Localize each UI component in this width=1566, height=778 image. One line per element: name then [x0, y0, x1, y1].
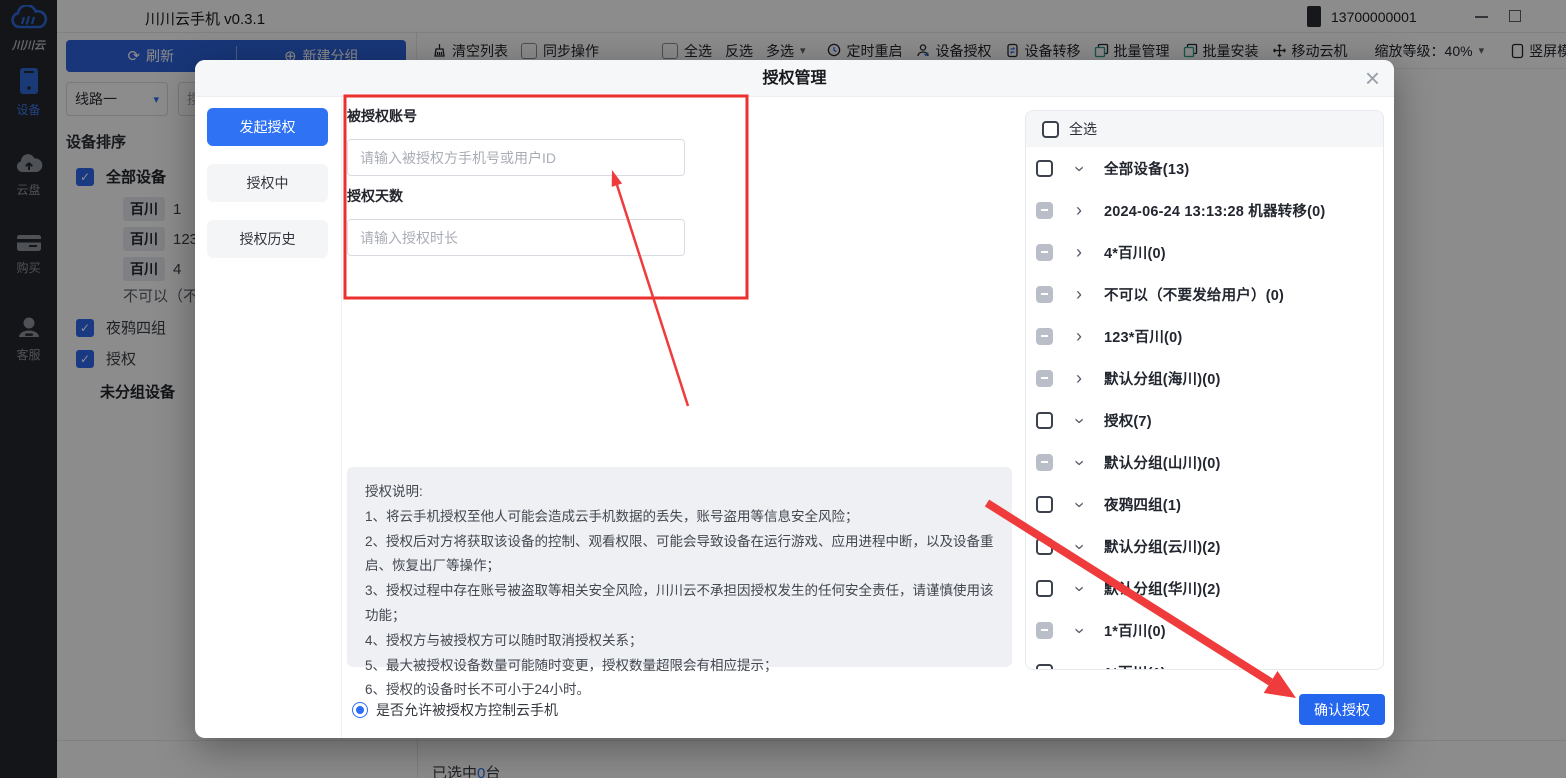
- tree-row[interactable]: › 1*百川(0): [1026, 609, 1383, 651]
- notice-line: 4、授权方与被授权方可以随时取消授权关系；: [365, 629, 994, 654]
- checkbox-icon[interactable]: [1036, 412, 1053, 429]
- tree-row-label: 123*百川(0): [1104, 326, 1182, 347]
- checkbox-icon[interactable]: [1036, 160, 1053, 177]
- allow-control-radio[interactable]: 是否允许被授权方控制云手机: [352, 700, 558, 720]
- chevron-right-icon[interactable]: ›: [1073, 327, 1085, 345]
- chevron-down-icon[interactable]: ›: [1071, 625, 1089, 637]
- chevron-right-icon[interactable]: ›: [1073, 285, 1085, 303]
- authorization-notice: 授权说明: 1、将云手机授权至他人可能会造成云手机数据的丢失，账号盗用等信息安全…: [347, 467, 1012, 667]
- checkbox-icon[interactable]: [1036, 622, 1053, 639]
- tree-row-label: 不可以（不要发给用户）(0): [1104, 284, 1284, 305]
- checkbox-icon[interactable]: [1036, 370, 1053, 387]
- tab-auth-history[interactable]: 授权历史: [207, 220, 328, 258]
- notice-line: 2、授权后对方将获取该设备的控制、观看权限、可能会导致设备在运行游戏、应用进程中…: [365, 530, 994, 580]
- checkbox-icon[interactable]: [1036, 328, 1053, 345]
- notice-line: 1、将云手机授权至他人可能会造成云手机数据的丢失，账号盗用等信息安全风险；: [365, 505, 994, 530]
- notice-line: 3、授权过程中存在账号被盗取等相关安全风险，川川云不承担因授权发生的任何安全责任…: [365, 579, 994, 629]
- checkbox-icon[interactable]: [1036, 202, 1053, 219]
- chevron-down-icon[interactable]: ›: [1071, 583, 1089, 595]
- checkbox-icon[interactable]: [1036, 580, 1053, 597]
- tree-row[interactable]: › 全部设备(13): [1026, 147, 1383, 189]
- checkbox-icon[interactable]: [1042, 121, 1059, 138]
- notice-line: 授权说明:: [365, 480, 994, 505]
- chevron-right-icon[interactable]: ›: [1073, 243, 1085, 261]
- authorization-modal: 授权管理 × 发起授权 授权中 授权历史 被授权账号 授权天数 授权说明: 1、…: [195, 60, 1394, 738]
- tree-row-label: 授权(7): [1104, 410, 1152, 431]
- allow-control-label: 是否允许被授权方控制云手机: [376, 700, 558, 720]
- chevron-down-icon[interactable]: ›: [1071, 541, 1089, 553]
- tree-row[interactable]: › 不可以（不要发给用户）(0): [1026, 273, 1383, 315]
- divider: [341, 97, 342, 738]
- tree-row[interactable]: › 1*百川(1): [1026, 651, 1383, 670]
- tree-row[interactable]: › 4*百川(0): [1026, 231, 1383, 273]
- tree-select-all-label: 全选: [1069, 119, 1097, 139]
- tree-row[interactable]: › 默认分组(云川)(2): [1026, 525, 1383, 567]
- tree-row-label: 全部设备(13): [1104, 158, 1189, 179]
- chevron-right-icon[interactable]: ›: [1073, 201, 1085, 219]
- chevron-down-icon[interactable]: ›: [1071, 415, 1089, 427]
- device-tree-panel: 全选 › 全部设备(13) › 2024-06-24 13:13:28 机器转移(0…: [1025, 110, 1384, 670]
- account-field-label: 被授权账号: [347, 106, 417, 126]
- tree-row-label: 1*百川(0): [1104, 620, 1166, 641]
- tree-row-label: 4*百川(0): [1104, 242, 1166, 263]
- chevron-right-icon[interactable]: ›: [1073, 369, 1085, 387]
- checkbox-icon[interactable]: [1036, 454, 1053, 471]
- tree-row[interactable]: › 默认分组(海川)(0): [1026, 357, 1383, 399]
- checkbox-icon[interactable]: [1036, 496, 1053, 513]
- tree-row[interactable]: › 2024-06-24 13:13:28 机器转移(0): [1026, 189, 1383, 231]
- tree-row-label: 默认分组(山川)(0): [1104, 452, 1221, 473]
- checkbox-icon[interactable]: [1036, 286, 1053, 303]
- tab-initiate-auth[interactable]: 发起授权: [207, 108, 328, 146]
- modal-header: 授权管理 ×: [195, 60, 1394, 97]
- tree-row-label: 2024-06-24 13:13:28 机器转移(0): [1104, 200, 1325, 221]
- checkbox-icon[interactable]: [1036, 244, 1053, 261]
- checkbox-icon[interactable]: [1036, 664, 1053, 671]
- tree-row[interactable]: › 123*百川(0): [1026, 315, 1383, 357]
- account-input[interactable]: [347, 139, 685, 176]
- tree-row-label: 1*百川(1): [1104, 662, 1166, 671]
- tree-row[interactable]: › 夜鸦四组(1): [1026, 483, 1383, 525]
- chevron-down-icon[interactable]: ›: [1071, 457, 1089, 469]
- radio-selected-icon[interactable]: [352, 702, 368, 718]
- chevron-down-icon[interactable]: ›: [1071, 499, 1089, 511]
- chevron-down-icon[interactable]: ›: [1071, 163, 1089, 175]
- close-icon[interactable]: ×: [1365, 62, 1380, 95]
- app-window: 川川云 设备 云盘 购买: [0, 0, 1566, 778]
- chevron-down-icon[interactable]: ›: [1071, 667, 1089, 670]
- days-input[interactable]: [347, 219, 685, 256]
- tree-row-label: 默认分组(海川)(0): [1104, 368, 1221, 389]
- tree-row-label: 默认分组(云川)(2): [1104, 536, 1221, 557]
- tab-authorizing[interactable]: 授权中: [207, 164, 328, 202]
- tree-row[interactable]: › 默认分组(山川)(0): [1026, 441, 1383, 483]
- tree-row[interactable]: › 默认分组(华川)(2): [1026, 567, 1383, 609]
- modal-title: 授权管理: [195, 60, 1394, 97]
- notice-line: 5、最大被授权设备数量可能随时变更，授权数量超限会有相应提示；: [365, 654, 994, 679]
- tree-row-label: 夜鸦四组(1): [1104, 494, 1181, 515]
- tree-row[interactable]: › 授权(7): [1026, 399, 1383, 441]
- checkbox-icon[interactable]: [1036, 538, 1053, 555]
- days-field-label: 授权天数: [347, 186, 403, 206]
- confirm-auth-button[interactable]: 确认授权: [1299, 694, 1385, 725]
- tree-row-label: 默认分组(华川)(2): [1104, 578, 1221, 599]
- tree-select-all-row[interactable]: 全选: [1026, 111, 1383, 147]
